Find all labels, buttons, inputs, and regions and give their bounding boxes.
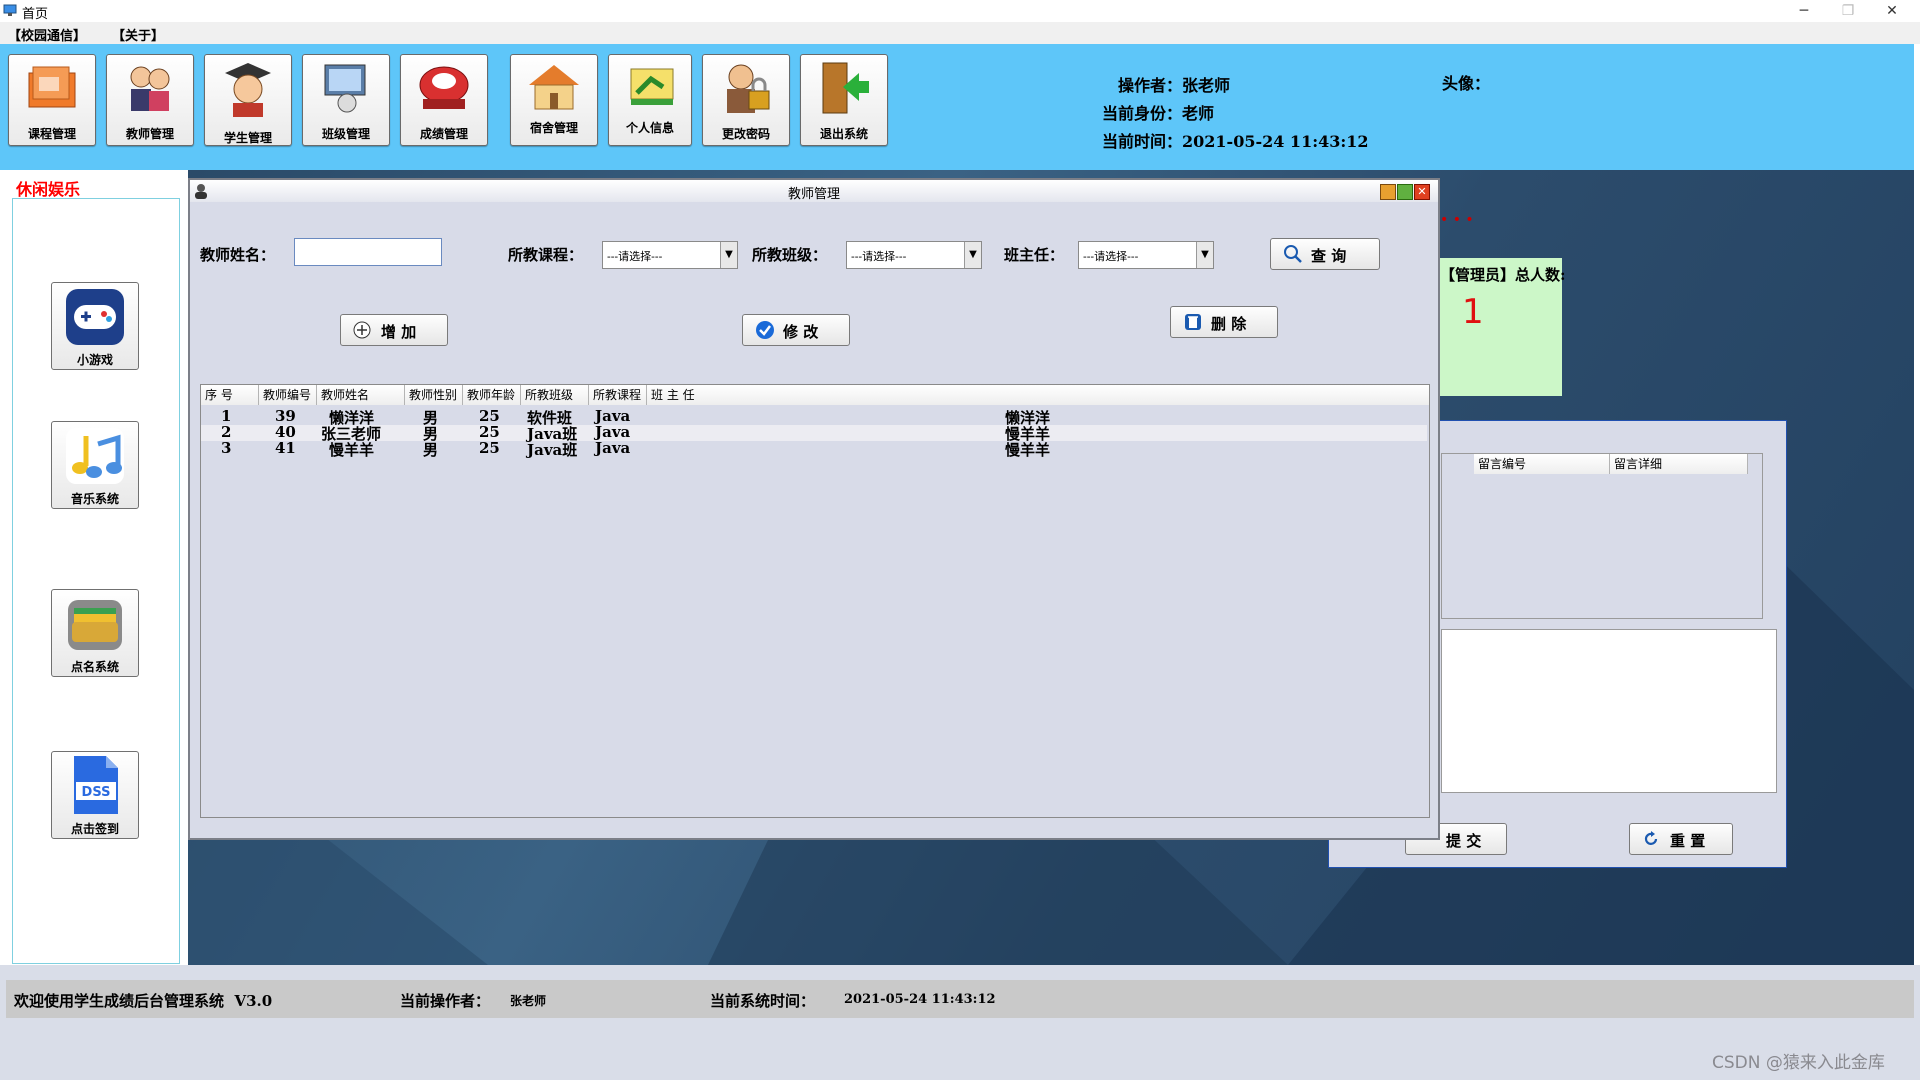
svg-text:DSS: DSS (82, 785, 111, 800)
menu-bar: 【校园通信】 【关于】 (0, 22, 1920, 44)
query-button[interactable]: 查 询 (1270, 238, 1380, 270)
chevron-down-icon: ▼ (720, 242, 737, 268)
col-head-teacher-header[interactable]: 班 主 任 (647, 385, 1429, 405)
watermark: CSDN @猿来入此金库 (1712, 1053, 1885, 1073)
class-label: 所教班级： (752, 246, 828, 264)
status-operator-label: 当前操作者： (400, 992, 491, 1010)
dss-file-icon: DSS (74, 756, 118, 814)
exit-door-icon (822, 62, 869, 114)
reset-icon (1644, 831, 1658, 845)
trash-icon (1185, 314, 1201, 330)
lock-icon (727, 64, 770, 113)
window-close-icon[interactable]: ✕ (1414, 184, 1430, 200)
teacher-window-titlebar: 教师管理 ✕ (190, 180, 1438, 202)
restore-button[interactable]: ❐ (1826, 0, 1870, 22)
menu-about[interactable]: 【关于】 (112, 25, 164, 44)
message-id-header[interactable]: 留言编号 (1474, 454, 1610, 474)
wallet-icon (68, 600, 122, 650)
teacher-name-label: 教师姓名： (200, 246, 276, 264)
check-circle-icon (756, 321, 774, 339)
teacher-management-window: 教师管理 ✕ 教师姓名： 所教课程： ---请选择--- ▼ 所教班级： ---请… (188, 178, 1440, 840)
col-index-header[interactable]: 序 号 (201, 385, 259, 405)
operator-info: 操作者：张老师 (1118, 76, 1231, 95)
col-teacher-id-header[interactable]: 教师编号 (259, 385, 317, 405)
student-management-button[interactable]: 学生管理 (204, 54, 292, 146)
close-button[interactable]: ✕ (1870, 0, 1914, 22)
folder-icon (28, 66, 76, 108)
mini-game-button[interactable]: 小游戏 (51, 282, 139, 370)
teachers-icon (130, 66, 170, 111)
head-teacher-select[interactable]: ---请选择--- ▼ (1078, 241, 1214, 269)
delete-button[interactable]: 删 除 (1170, 306, 1278, 338)
welcome-text: 欢迎使用学生成绩后台管理系统 V3.0 (14, 992, 273, 1010)
dorm-management-button[interactable]: 宿舍管理 (510, 54, 598, 146)
teacher-name-input[interactable] (294, 238, 442, 266)
reset-button[interactable]: 重 置 (1629, 823, 1733, 855)
class-select[interactable]: ---请选择--- ▼ (846, 241, 982, 269)
avatar-label: 头像： (1442, 74, 1491, 93)
class-management-button[interactable]: 班级管理 (302, 54, 390, 146)
teacher-window-title: 教师管理 (788, 187, 841, 202)
teacher-management-button[interactable]: 教师管理 (106, 54, 194, 146)
admin-count-box: 【管理员】总人数: 1 (1440, 258, 1566, 396)
chevron-down-icon: ▼ (1196, 242, 1213, 268)
window-minimize-icon[interactable] (1380, 184, 1396, 200)
change-password-button[interactable]: 更改密码 (702, 54, 790, 146)
add-button[interactable]: 增 加 (340, 314, 448, 346)
roll-call-button[interactable]: 点名系统 (51, 589, 139, 677)
head-teacher-label: 班主任： (1004, 246, 1065, 264)
status-time-label: 当前系统时间： (710, 992, 816, 1010)
role-info: 当前身份：老师 (1102, 104, 1215, 123)
graduate-icon (225, 63, 271, 117)
window-title: 首页 (22, 7, 49, 22)
app-icon (3, 4, 17, 16)
user-icon (195, 184, 207, 199)
table-row[interactable]: 3 41 慢羊羊 男 25 Java班 Java 慢羊羊 (201, 439, 1427, 459)
computer-icon (324, 64, 366, 113)
message-detail-header[interactable]: 留言详细 (1610, 454, 1748, 474)
course-select[interactable]: ---请选择--- ▼ (602, 241, 738, 269)
table-row[interactable]: 2 40 张三老师 男 25 Java班 Java 慢羊羊 (201, 423, 1427, 443)
menu-campus-communication[interactable]: 【校园通信】 (8, 25, 86, 44)
exit-system-button[interactable]: 退出系统 (800, 54, 888, 146)
gamepad-icon (66, 289, 124, 345)
toolbar: 课程管理 教师管理 学生管理 班级管理 成绩管理 宿舍管理 个人信息 更改密码 … (0, 44, 1914, 170)
time-info: 当前时间：2021-05-24 11:43:12 (1102, 132, 1369, 151)
admin-count-value: 1 (1462, 292, 1484, 332)
leisure-title: 休闲娱乐 (16, 180, 81, 199)
col-teacher-name-header[interactable]: 教师姓名 (317, 385, 405, 405)
window-titlebar: 首页 ─ ❐ ✕ (0, 0, 1920, 22)
message-textarea[interactable] (1441, 629, 1777, 793)
red-dots: • • • (1440, 212, 1474, 228)
search-icon (1284, 245, 1302, 263)
house-icon (529, 65, 579, 110)
teacher-table: 序 号 教师编号 教师姓名 教师性别 教师年龄 所教班级 所教课程 班 主 任 … (200, 384, 1430, 818)
table-row[interactable]: 1 39 懒洋洋 男 25 软件班 Java 懒洋洋 (201, 407, 1427, 427)
window-maximize-icon[interactable] (1397, 184, 1413, 200)
col-course-header[interactable]: 所教课程 (589, 385, 647, 405)
scale-icon (419, 66, 469, 109)
leisure-box: 小游戏 音乐系统 点名系统 DSS 点击签到 (12, 198, 180, 964)
course-label: 所教课程： (508, 246, 584, 264)
minimize-button[interactable]: ─ (1782, 0, 1826, 22)
edit-button[interactable]: 修 改 (742, 314, 850, 346)
status-time: 2021-05-24 11:43:12 (844, 992, 996, 1007)
status-strip: 欢迎使用学生成绩后台管理系统 V3.0 当前操作者： 张老师 当前系统时间： 2… (6, 980, 1914, 1018)
message-table: 留言编号 留言详细 (1441, 453, 1763, 619)
profile-icon (630, 68, 674, 105)
music-note-icon (66, 428, 124, 484)
status-operator: 张老师 (510, 994, 547, 1008)
col-class-header[interactable]: 所教班级 (521, 385, 589, 405)
plus-circle-icon (353, 321, 371, 339)
col-age-header[interactable]: 教师年龄 (463, 385, 521, 405)
col-gender-header[interactable]: 教师性别 (405, 385, 463, 405)
chevron-down-icon: ▼ (964, 242, 981, 268)
admin-count-label: 【管理员】总人数: (1440, 266, 1566, 284)
click-signin-button[interactable]: DSS 点击签到 (51, 751, 139, 839)
music-system-button[interactable]: 音乐系统 (51, 421, 139, 509)
score-management-button[interactable]: 成绩管理 (400, 54, 488, 146)
personal-info-button[interactable]: 个人信息 (608, 54, 692, 146)
course-management-button[interactable]: 课程管理 (8, 54, 96, 146)
